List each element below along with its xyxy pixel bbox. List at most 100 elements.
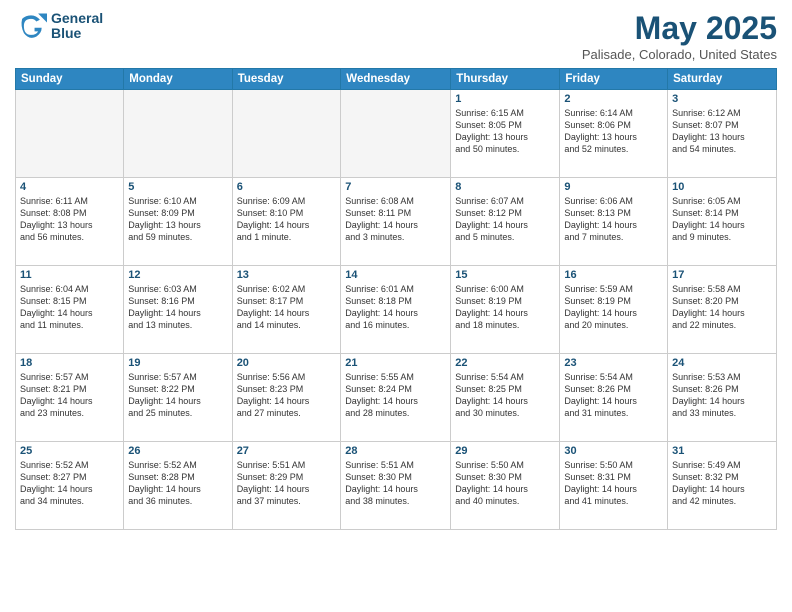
weekday-header-saturday: Saturday (668, 69, 777, 90)
day-info: Sunrise: 6:10 AM Sunset: 8:09 PM Dayligh… (128, 195, 227, 244)
logo: General Blue (15, 10, 103, 42)
weekday-header-monday: Monday (124, 69, 232, 90)
day-cell (232, 90, 341, 178)
month-title: May 2025 (582, 10, 777, 47)
day-info: Sunrise: 5:52 AM Sunset: 8:27 PM Dayligh… (20, 459, 119, 508)
day-cell: 28Sunrise: 5:51 AM Sunset: 8:30 PM Dayli… (341, 442, 451, 530)
day-cell: 22Sunrise: 5:54 AM Sunset: 8:25 PM Dayli… (451, 354, 560, 442)
logo-line1: General (51, 11, 103, 26)
day-number: 18 (20, 357, 119, 369)
day-info: Sunrise: 5:57 AM Sunset: 8:22 PM Dayligh… (128, 371, 227, 420)
day-number: 30 (564, 445, 663, 457)
day-cell: 21Sunrise: 5:55 AM Sunset: 8:24 PM Dayli… (341, 354, 451, 442)
day-cell: 26Sunrise: 5:52 AM Sunset: 8:28 PM Dayli… (124, 442, 232, 530)
day-number: 6 (237, 181, 337, 193)
day-number: 4 (20, 181, 119, 193)
week-row-1: 1 Sunrise: 6:15 AM Sunset: 8:05 PM Daylig… (16, 90, 777, 178)
day-cell: 24 Sunrise: 5:53 AM Sunset: 8:26 PM Dayli… (668, 354, 777, 442)
day-number: 7 (345, 181, 446, 193)
day-info: Sunrise: 5:58 AM Sunset: 8:20 PM Dayligh… (672, 283, 772, 332)
day-number: 24 (672, 357, 772, 369)
day-number: 8 (455, 181, 555, 193)
weekday-header-wednesday: Wednesday (341, 69, 451, 90)
day-cell: 2 Sunrise: 6:14 AM Sunset: 8:06 PM Daylig… (560, 90, 668, 178)
page: General Blue May 2025 Palisade, Colorado… (0, 0, 792, 612)
day-number: 19 (128, 357, 227, 369)
calendar: SundayMondayTuesdayWednesdayThursdayFrid… (15, 68, 777, 530)
day-cell: 5Sunrise: 6:10 AM Sunset: 8:09 PM Daylig… (124, 178, 232, 266)
day-number: 16 (564, 269, 663, 281)
day-number: 12 (128, 269, 227, 281)
weekday-header-friday: Friday (560, 69, 668, 90)
weekday-header-thursday: Thursday (451, 69, 560, 90)
week-row-5: 25 Sunrise: 5:52 AM Sunset: 8:27 PM Dayli… (16, 442, 777, 530)
day-number: 17 (672, 269, 772, 281)
day-info: Sunrise: 6:15 AM Sunset: 8:05 PM Dayligh… (455, 107, 555, 156)
day-cell: 11 Sunrise: 6:04 AM Sunset: 8:15 PM Dayli… (16, 266, 124, 354)
day-number: 25 (20, 445, 119, 457)
day-info: Sunrise: 5:54 AM Sunset: 8:26 PM Dayligh… (564, 371, 663, 420)
day-cell (341, 90, 451, 178)
day-cell: 9 Sunrise: 6:06 AM Sunset: 8:13 PM Daylig… (560, 178, 668, 266)
day-info: Sunrise: 6:08 AM Sunset: 8:11 PM Dayligh… (345, 195, 446, 244)
day-cell: 14Sunrise: 6:01 AM Sunset: 8:18 PM Dayli… (341, 266, 451, 354)
day-cell: 23 Sunrise: 5:54 AM Sunset: 8:26 PM Dayli… (560, 354, 668, 442)
day-number: 1 (455, 93, 555, 105)
week-row-2: 4 Sunrise: 6:11 AM Sunset: 8:08 PM Daylig… (16, 178, 777, 266)
day-info: Sunrise: 6:04 AM Sunset: 8:15 PM Dayligh… (20, 283, 119, 332)
day-info: Sunrise: 5:49 AM Sunset: 8:32 PM Dayligh… (672, 459, 772, 508)
day-info: Sunrise: 6:03 AM Sunset: 8:16 PM Dayligh… (128, 283, 227, 332)
weekday-row: SundayMondayTuesdayWednesdayThursdayFrid… (16, 69, 777, 90)
header: General Blue May 2025 Palisade, Colorado… (15, 10, 777, 62)
day-cell: 27Sunrise: 5:51 AM Sunset: 8:29 PM Dayli… (232, 442, 341, 530)
day-info: Sunrise: 6:06 AM Sunset: 8:13 PM Dayligh… (564, 195, 663, 244)
day-number: 29 (455, 445, 555, 457)
day-cell: 19 Sunrise: 5:57 AM Sunset: 8:22 PM Dayli… (124, 354, 232, 442)
day-cell: 7 Sunrise: 6:08 AM Sunset: 8:11 PM Daylig… (341, 178, 451, 266)
weekday-header-sunday: Sunday (16, 69, 124, 90)
day-info: Sunrise: 6:12 AM Sunset: 8:07 PM Dayligh… (672, 107, 772, 156)
day-cell: 4 Sunrise: 6:11 AM Sunset: 8:08 PM Daylig… (16, 178, 124, 266)
logo-icon (15, 10, 47, 42)
day-info: Sunrise: 6:00 AM Sunset: 8:19 PM Dayligh… (455, 283, 555, 332)
day-number: 23 (564, 357, 663, 369)
day-info: Sunrise: 6:14 AM Sunset: 8:06 PM Dayligh… (564, 107, 663, 156)
day-info: Sunrise: 6:07 AM Sunset: 8:12 PM Dayligh… (455, 195, 555, 244)
logo-text: General Blue (51, 11, 103, 42)
day-cell (16, 90, 124, 178)
day-number: 9 (564, 181, 663, 193)
day-cell (124, 90, 232, 178)
day-cell: 6 Sunrise: 6:09 AM Sunset: 8:10 PM Daylig… (232, 178, 341, 266)
day-cell: 30Sunrise: 5:50 AM Sunset: 8:31 PM Dayli… (560, 442, 668, 530)
logo-line2: Blue (51, 26, 103, 41)
day-info: Sunrise: 5:53 AM Sunset: 8:26 PM Dayligh… (672, 371, 772, 420)
day-cell: 18 Sunrise: 5:57 AM Sunset: 8:21 PM Dayli… (16, 354, 124, 442)
day-cell: 13Sunrise: 6:02 AM Sunset: 8:17 PM Dayli… (232, 266, 341, 354)
day-number: 22 (455, 357, 555, 369)
calendar-header: SundayMondayTuesdayWednesdayThursdayFrid… (16, 69, 777, 90)
day-number: 20 (237, 357, 337, 369)
day-number: 27 (237, 445, 337, 457)
day-info: Sunrise: 5:59 AM Sunset: 8:19 PM Dayligh… (564, 283, 663, 332)
calendar-body: 1 Sunrise: 6:15 AM Sunset: 8:05 PM Daylig… (16, 90, 777, 530)
day-info: Sunrise: 5:50 AM Sunset: 8:30 PM Dayligh… (455, 459, 555, 508)
day-info: Sunrise: 5:57 AM Sunset: 8:21 PM Dayligh… (20, 371, 119, 420)
day-number: 10 (672, 181, 772, 193)
day-number: 26 (128, 445, 227, 457)
title-block: May 2025 Palisade, Colorado, United Stat… (582, 10, 777, 62)
day-number: 2 (564, 93, 663, 105)
day-cell: 17 Sunrise: 5:58 AM Sunset: 8:20 PM Dayli… (668, 266, 777, 354)
day-cell: 25 Sunrise: 5:52 AM Sunset: 8:27 PM Dayli… (16, 442, 124, 530)
day-info: Sunrise: 6:11 AM Sunset: 8:08 PM Dayligh… (20, 195, 119, 244)
day-number: 15 (455, 269, 555, 281)
day-info: Sunrise: 5:56 AM Sunset: 8:23 PM Dayligh… (237, 371, 337, 420)
day-cell: 16 Sunrise: 5:59 AM Sunset: 8:19 PM Dayli… (560, 266, 668, 354)
day-info: Sunrise: 6:09 AM Sunset: 8:10 PM Dayligh… (237, 195, 337, 244)
location: Palisade, Colorado, United States (582, 47, 777, 62)
day-cell: 29 Sunrise: 5:50 AM Sunset: 8:30 PM Dayli… (451, 442, 560, 530)
weekday-header-tuesday: Tuesday (232, 69, 341, 90)
day-info: Sunrise: 6:02 AM Sunset: 8:17 PM Dayligh… (237, 283, 337, 332)
day-number: 31 (672, 445, 772, 457)
day-number: 21 (345, 357, 446, 369)
day-number: 11 (20, 269, 119, 281)
